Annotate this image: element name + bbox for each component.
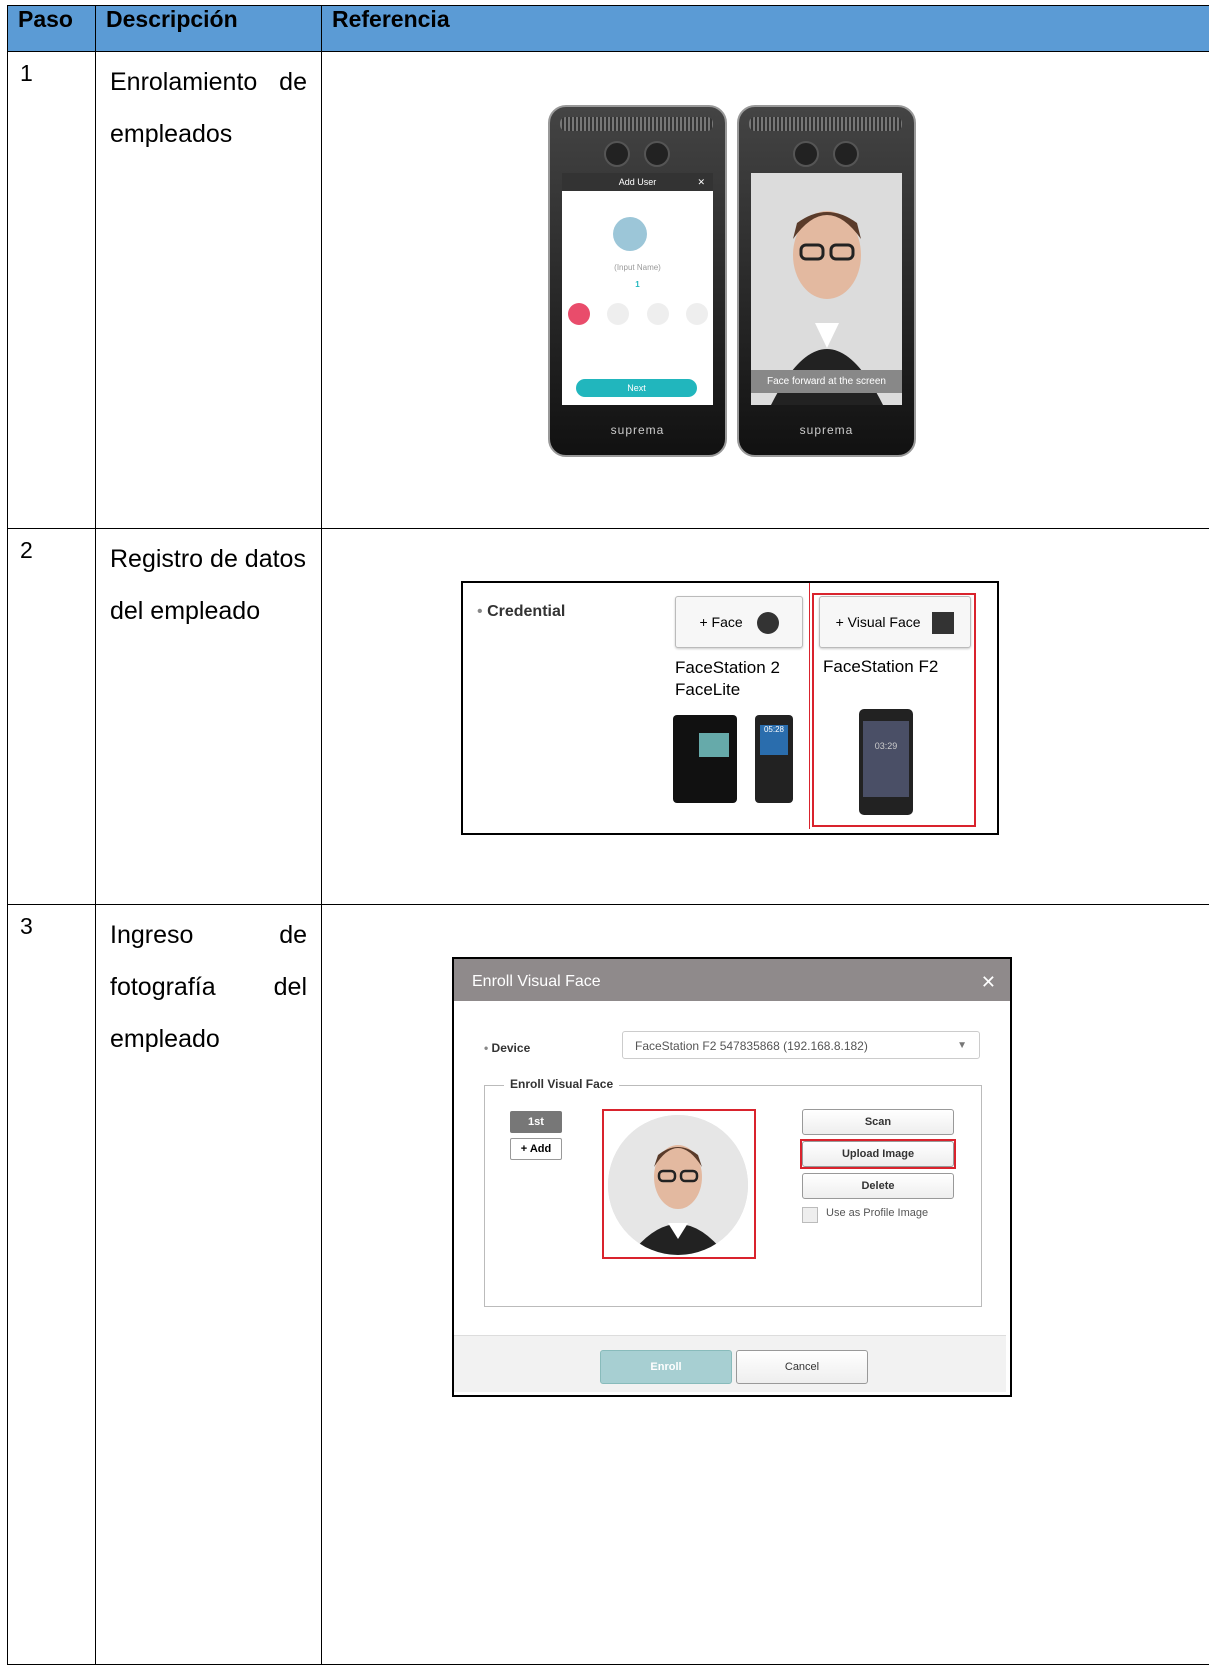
device-screen <box>699 733 729 757</box>
brand-logo: suprema <box>799 423 854 437</box>
device-label-text: Device <box>491 1041 531 1055</box>
facestation-f2-image: 03:29 <box>859 709 913 815</box>
device-screen: Face forward at the screen <box>751 173 902 405</box>
smiley-icon <box>756 612 779 635</box>
credential-label-text: Credential <box>487 603 566 620</box>
scan-caption: Face forward at the screen <box>751 370 902 393</box>
scan-button: Scan <box>802 1109 954 1135</box>
brand-logo: suprema <box>610 423 665 437</box>
fingerprint-icon <box>607 303 630 325</box>
employee-photo <box>608 1115 748 1255</box>
face-icon <box>568 303 590 325</box>
cancel-button: Cancel <box>736 1350 868 1384</box>
visual-model-label: FaceStation F2 <box>823 657 939 676</box>
add-visual-face-label: + Visual Face <box>835 614 921 630</box>
camera-icon <box>793 141 819 167</box>
profile-checkbox-label: Use as Profile Image <box>826 1207 929 1219</box>
person-face-icon <box>608 1115 748 1255</box>
step-description: Registro de datos del empleado <box>95 528 322 905</box>
table-row: 1 Enrolamiento de empleados Add User ✕ (… <box>7 51 1209 529</box>
step-description: Ingreso de fotografía del empleado <box>95 904 322 1665</box>
reference-cell: Enroll Visual Face ✕ • Device FaceStatio… <box>321 904 1209 1665</box>
camera-icon <box>644 141 670 167</box>
upload-highlight <box>800 1139 956 1169</box>
camera-icon <box>833 141 859 167</box>
credential-icons <box>568 303 708 325</box>
device-select-value: FaceStation F2 547835868 (192.168.8.182) <box>635 1039 868 1053</box>
step-number: 2 <box>7 528 96 905</box>
dialog-header: Enroll Visual Face ✕ <box>454 959 1010 1001</box>
device-add-user-image: Add User ✕ (Input Name) 1 Next suprema <box>548 105 727 457</box>
table-row: 3 Ingreso de fotografía del empleado Enr… <box>7 904 1209 1665</box>
speaker-grill <box>560 117 713 131</box>
enroll-visual-face-dialog-image: Enroll Visual Face ✕ • Device FaceStatio… <box>452 957 1012 1397</box>
facelite-clock: 05:28 <box>760 725 788 755</box>
header-descripcion: Descripción <box>95 5 322 52</box>
profile-checkbox <box>802 1207 818 1223</box>
device-select: FaceStation F2 547835868 (192.168.8.182)… <box>622 1031 980 1059</box>
credential-label: • Credential <box>477 603 566 620</box>
steps-table: Paso Descripción Referencia 1 Enrolamien… <box>7 5 1209 1665</box>
desc-line: del empleado <box>110 597 261 625</box>
step-description: Enrolamiento de empleados <box>95 51 322 529</box>
header-paso: Paso <box>7 5 96 52</box>
table-header-row: Paso Descripción Referencia <box>7 5 1209 52</box>
screen-title: Add User <box>618 177 657 187</box>
table-row: 2 Registro de datos del empleado • Crede… <box>7 528 1209 905</box>
device-label: • Device <box>484 1041 531 1055</box>
user-id: 1 <box>635 280 640 289</box>
device-face-scan-image: Face forward at the screen suprema <box>737 105 916 457</box>
step-number: 3 <box>7 904 96 1665</box>
desc-line: fotografía del <box>110 973 307 1001</box>
tab-1st: 1st <box>510 1111 562 1133</box>
f2-clock: 03:29 <box>863 721 909 797</box>
portrait-icon <box>932 612 955 635</box>
desc-line: Registro de datos <box>110 545 306 573</box>
delete-button: Delete <box>802 1173 954 1199</box>
group-label: Enroll Visual Face <box>504 1077 620 1091</box>
add-face-button: + Face <box>675 596 803 648</box>
chevron-down-icon: ▼ <box>957 1040 967 1051</box>
facelite-image: 05:28 <box>755 715 793 803</box>
divider <box>809 583 810 829</box>
reference-cell: • Credential + Face FaceStation 2 FaceLi… <box>321 528 1209 905</box>
credential-panel-image: • Credential + Face FaceStation 2 FaceLi… <box>461 581 999 835</box>
add-visual-face-button: + Visual Face <box>819 596 971 648</box>
card-icon <box>646 303 669 325</box>
header-referencia: Referencia <box>321 5 1209 52</box>
add-button: + Add <box>510 1138 562 1160</box>
next-button: Next <box>576 379 697 397</box>
device-screen: Add User ✕ (Input Name) 1 Next <box>562 173 713 405</box>
desc-line: Enrolamiento de <box>110 68 307 96</box>
user-avatar-icon <box>612 217 647 251</box>
close-icon: ✕ <box>697 177 705 187</box>
desc-line: empleados <box>110 120 233 148</box>
name-placeholder: (Input Name) <box>614 263 661 272</box>
facestation2-image <box>673 715 737 803</box>
close-icon: ✕ <box>980 972 996 992</box>
add-face-label: + Face <box>699 614 743 630</box>
desc-line: empleado <box>110 1025 220 1053</box>
key-icon <box>685 303 708 325</box>
speaker-grill <box>749 117 902 131</box>
face-models-label: FaceStation 2 FaceLite <box>675 658 780 699</box>
dialog-title: Enroll Visual Face <box>472 973 601 990</box>
reference-cell: Add User ✕ (Input Name) 1 Next suprema F… <box>321 51 1209 529</box>
enroll-button: Enroll <box>600 1350 732 1384</box>
screen-header: Add User ✕ <box>562 173 713 191</box>
step-number: 1 <box>7 51 96 529</box>
camera-icon <box>604 141 630 167</box>
desc-line: Ingreso de <box>110 921 307 949</box>
